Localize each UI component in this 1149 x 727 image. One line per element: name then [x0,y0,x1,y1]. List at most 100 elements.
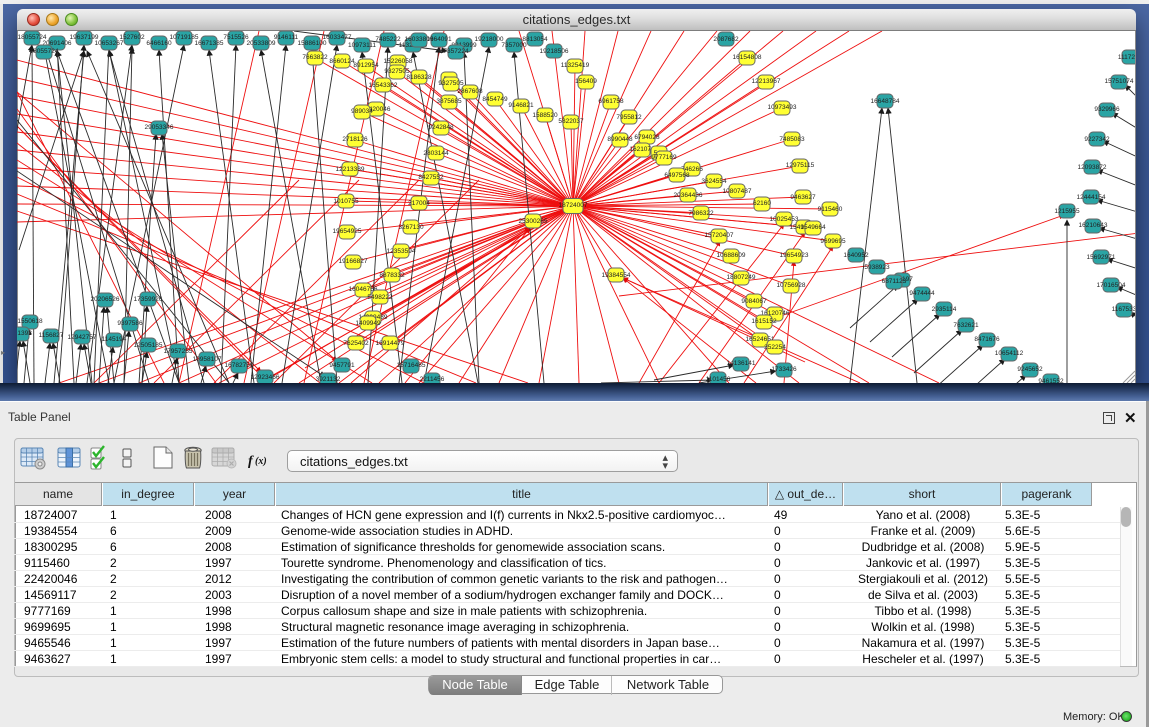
svg-text:19218506: 19218506 [540,48,569,55]
svg-text:16210643: 16210643 [1079,222,1108,229]
svg-text:11325419: 11325419 [561,62,590,69]
svg-text:12942757: 12942757 [68,334,97,341]
svg-text:29053346: 29053346 [145,124,174,131]
svg-text:1215955: 1215955 [1054,208,1080,215]
svg-text:10958107: 10958107 [193,356,222,363]
svg-text:16914479: 16914479 [376,340,405,347]
svg-text:2867608: 2867608 [457,88,483,95]
svg-text:16671385: 16671385 [195,40,224,47]
svg-text:8471676: 8471676 [974,336,1000,343]
svg-text:12975115: 12975115 [786,162,815,169]
svg-text:3267130: 3267130 [398,224,424,231]
svg-text:9777169: 9777169 [651,154,677,161]
svg-text:9115460: 9115460 [818,206,843,213]
svg-text:6466160: 6466160 [146,40,172,47]
svg-text:9146111: 9146111 [274,34,299,41]
svg-text:7625402: 7625402 [343,340,369,347]
svg-text:10688609: 10688609 [717,252,746,259]
svg-text:6961758: 6961758 [598,98,624,105]
svg-text:10025453: 10025453 [770,216,799,223]
svg-text:12093872: 12093872 [1078,164,1107,171]
svg-text:18724007: 18724007 [559,202,588,209]
svg-text:217004: 217004 [408,200,430,207]
svg-text:9327505: 9327505 [438,80,464,87]
svg-text:1101456: 1101456 [706,376,731,383]
svg-text:7357000: 7357000 [501,42,527,49]
svg-text:9245652: 9245652 [1017,366,1043,373]
svg-text:8186328: 8186328 [406,74,432,81]
svg-text:1733426: 1733426 [771,366,797,373]
svg-text:19166827: 19166827 [339,258,368,265]
svg-text:1010755: 1010755 [333,198,359,205]
svg-text:6497568: 6497568 [664,172,690,179]
svg-text:16154808: 16154808 [733,54,762,61]
svg-text:9227342: 9227342 [1084,136,1110,143]
svg-text:7663822: 7663822 [302,54,328,61]
svg-text:8912954: 8912954 [353,62,379,69]
svg-text:2935114: 2935114 [932,306,957,313]
svg-text:5938923: 5938923 [864,264,890,271]
svg-text:16033809: 16033809 [405,36,434,43]
svg-text:5498222: 5498222 [367,294,393,301]
svg-text:2718126: 2718126 [342,136,368,143]
svg-text:9699695: 9699695 [820,238,846,245]
svg-text:7955812: 7955812 [616,114,642,121]
svg-text:10653267: 10653267 [95,40,124,47]
svg-text:10654112: 10654112 [995,350,1024,357]
svg-text:3875685: 3875685 [436,98,462,105]
svg-text:9242848: 9242848 [428,124,454,131]
svg-text:1549664: 1549664 [800,224,826,231]
svg-text:9397586: 9397586 [117,320,143,327]
svg-text:2211456: 2211456 [420,376,445,383]
svg-text:12505185: 12505185 [134,342,163,349]
svg-text:6871123: 6871123 [882,278,907,285]
svg-text:1615152: 1615152 [751,318,777,325]
svg-text:9329966: 9329966 [1094,106,1120,113]
svg-text:16782759: 16782759 [225,362,254,369]
svg-text:7485083: 7485083 [779,136,805,143]
svg-text:9146821: 9146821 [508,102,534,109]
svg-text:7632621: 7632621 [953,322,979,329]
svg-text:18807249: 18807249 [727,274,756,281]
svg-text:1550618: 1550618 [17,318,43,325]
svg-text:3624554: 3624554 [701,178,727,185]
svg-text:19384554: 19384554 [602,272,631,279]
svg-text:1117264: 1117264 [1118,54,1135,61]
svg-text:9084067: 9084067 [741,298,767,305]
svg-text:2087682: 2087682 [713,36,739,43]
svg-text:20533809: 20533809 [247,40,276,47]
svg-text:15692971: 15692971 [1087,254,1116,261]
svg-text:1527602: 1527602 [119,34,145,41]
svg-text:12213389: 12213389 [336,166,365,173]
svg-text:20206526: 20206526 [91,296,120,303]
svg-text:989034: 989034 [351,108,373,115]
svg-text:8427552: 8427552 [418,174,444,181]
svg-text:1409949: 1409949 [355,320,381,327]
svg-text:1156827: 1156827 [39,332,64,339]
svg-text:391393: 391393 [17,330,32,337]
svg-text:9463627: 9463627 [790,194,816,201]
svg-text:10807487: 10807487 [723,188,752,195]
svg-text:19654925: 19654925 [333,228,362,235]
svg-text:2803144: 2803144 [423,150,449,157]
svg-text:16033477: 16033477 [323,34,352,41]
svg-text:16543362: 16543362 [369,82,398,89]
svg-text:16648784: 16648784 [871,98,900,105]
svg-text:19654923: 19654923 [780,252,809,259]
svg-text:1640952: 1640952 [843,252,869,259]
svg-text:252254: 252254 [764,344,786,351]
svg-text:7515526: 7515526 [223,34,249,41]
svg-text:1145194: 1145194 [102,336,127,343]
svg-text:156409: 156409 [575,78,597,85]
svg-text:12353594: 12353594 [387,248,416,255]
svg-text:12213967: 12213967 [752,78,781,85]
svg-text:25300265: 25300265 [519,218,548,225]
svg-text:8878332: 8878332 [379,272,405,279]
svg-text:62160: 62160 [753,200,771,207]
svg-text:15226058: 15226058 [384,58,413,65]
svg-text:3921132: 3921132 [316,376,341,383]
svg-text:8990448: 8990448 [607,136,633,143]
svg-text:8454749: 8454749 [482,96,508,103]
svg-text:f: f [248,454,254,469]
svg-text:15886100: 15886100 [298,40,327,47]
